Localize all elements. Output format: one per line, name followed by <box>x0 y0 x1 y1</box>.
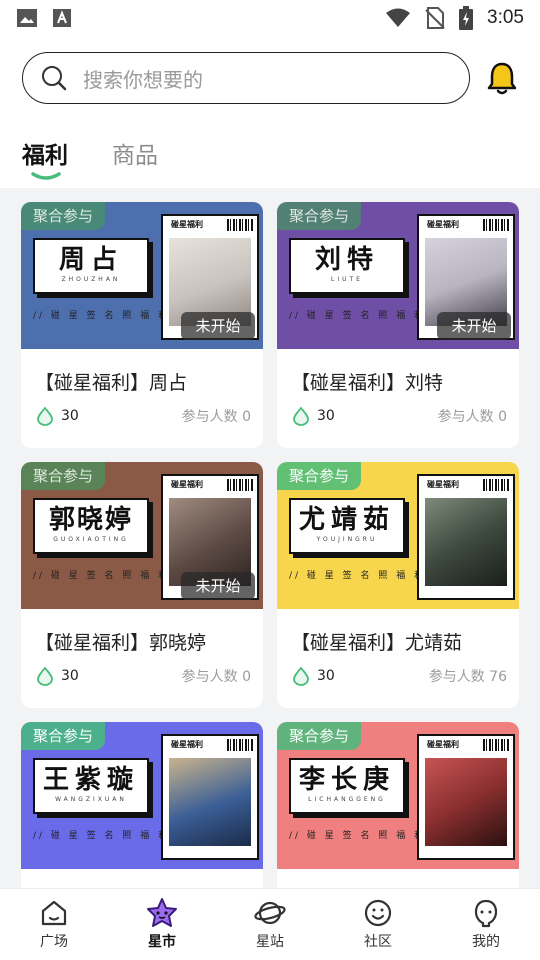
welfare-card[interactable]: 刘特 LIUTE // 碰 星 签 名 照 福 利 // 碰星福利 聚合参与 未… <box>277 202 519 448</box>
aggregate-tag: 聚合参与 <box>21 722 106 750</box>
search-placeholder: 搜索你想要的 <box>83 67 203 92</box>
welfare-card-grid: 周占 ZHOUZHAN // 碰 星 签 名 照 福 利 // 碰星福利 聚合参… <box>0 188 540 888</box>
tab-products[interactable]: 商品 <box>112 136 158 170</box>
aggregate-tag: 聚合参与 <box>277 722 362 750</box>
barcode-icon <box>483 479 509 491</box>
barcode-icon <box>227 739 253 751</box>
barcode-icon <box>227 219 253 231</box>
coin-drop-icon <box>293 406 309 426</box>
barcode-icon <box>483 739 509 751</box>
barcode-icon <box>483 219 509 231</box>
card-banner: 周占 ZHOUZHAN // 碰 星 签 名 照 福 利 // 碰星福利 聚合参… <box>21 202 263 349</box>
celebrity-name-board: 王紫璇 WANGZIXUAN <box>33 758 149 814</box>
status-not-started: 未开始 <box>437 312 511 340</box>
nav-star-station[interactable]: 星站 <box>216 889 324 960</box>
status-bar: 3:05 <box>0 0 540 36</box>
participant-count: 参与人数 0 <box>181 669 251 685</box>
star-market-icon <box>147 898 177 927</box>
nav-star-market[interactable]: 星市 <box>108 889 216 960</box>
card-meta: 30 参与人数 0 <box>35 664 251 688</box>
barcode-icon <box>227 479 253 491</box>
price-value: 30 <box>61 668 79 684</box>
welfare-card[interactable]: 郭晓婷 GUOXIAOTING // 碰 星 签 名 照 福 利 // 碰星福利… <box>21 462 263 708</box>
image-icon <box>17 9 37 27</box>
participant-count: 参与人数 76 <box>428 669 507 685</box>
coin-drop-icon <box>293 666 309 686</box>
participant-count: 参与人数 0 <box>181 409 251 425</box>
card-banner: 李长庚 LICHANGGENG // 碰 星 签 名 照 福 利 // 碰星福利… <box>277 722 519 869</box>
home-icon <box>41 900 67 926</box>
search-input[interactable]: 搜索你想要的 <box>22 52 470 104</box>
signed-photo: 碰星福利 <box>161 734 259 860</box>
celebrity-name-board: 尤靖茹 YOUJINGRU <box>289 498 405 554</box>
notification-bell-icon[interactable] <box>484 60 520 96</box>
nav-profile[interactable]: 我的 <box>432 889 540 960</box>
status-not-started: 未开始 <box>181 572 255 600</box>
signed-photo: 碰星福利 <box>417 734 515 860</box>
card-banner: 尤靖茹 YOUJINGRU // 碰 星 签 名 照 福 利 // 碰星福利 聚… <box>277 462 519 609</box>
status-time: 3:05 <box>487 7 524 28</box>
wifi-icon <box>386 8 411 27</box>
card-banner: 王紫璇 WANGZIXUAN // 碰 星 签 名 照 福 利 // 碰星福利 … <box>21 722 263 869</box>
card-meta: 30 参与人数 0 <box>35 404 251 428</box>
tab-active-indicator <box>31 172 61 180</box>
card-title: 【碰星福利】周占 <box>35 372 188 394</box>
celebrity-name-board: 李长庚 LICHANGGENG <box>289 758 405 814</box>
celebrity-name-board: 周占 ZHOUZHAN <box>33 238 149 294</box>
coin-drop-icon <box>37 406 53 426</box>
profile-icon <box>474 899 498 928</box>
status-not-started: 未开始 <box>181 312 255 340</box>
aggregate-tag: 聚合参与 <box>21 202 106 230</box>
card-title: 【碰星福利】郭晓婷 <box>35 632 207 654</box>
battery-charging-icon <box>459 6 474 30</box>
search-row: 搜索你想要的 <box>0 50 540 108</box>
nav-community[interactable]: 社区 <box>324 889 432 960</box>
no-sim-icon <box>425 7 445 29</box>
price-value: 30 <box>317 668 335 684</box>
price-value: 30 <box>61 408 79 424</box>
participant-count: 参与人数 0 <box>437 409 507 425</box>
welfare-card[interactable]: 李长庚 LICHANGGENG // 碰 星 签 名 照 福 利 // 碰星福利… <box>277 722 519 888</box>
celebrity-name-board: 刘特 LIUTE <box>289 238 405 294</box>
welfare-card[interactable]: 周占 ZHOUZHAN // 碰 星 签 名 照 福 利 // 碰星福利 聚合参… <box>21 202 263 448</box>
search-icon <box>42 66 67 91</box>
aggregate-tag: 聚合参与 <box>21 462 106 490</box>
tab-bar: 福利 商品 <box>0 130 540 186</box>
card-meta: 30 参与人数 0 <box>291 404 507 428</box>
planet-icon <box>254 901 286 925</box>
community-face-icon <box>364 899 392 927</box>
welfare-card[interactable]: 尤靖茹 YOUJINGRU // 碰 星 签 名 照 福 利 // 碰星福利 聚… <box>277 462 519 708</box>
welfare-card[interactable]: 王紫璇 WANGZIXUAN // 碰 星 签 名 照 福 利 // 碰星福利 … <box>21 722 263 888</box>
card-title: 【碰星福利】刘特 <box>291 372 444 394</box>
card-banner: 郭晓婷 GUOXIAOTING // 碰 星 签 名 照 福 利 // 碰星福利… <box>21 462 263 609</box>
card-meta: 30 参与人数 76 <box>291 664 507 688</box>
celebrity-name-board: 郭晓婷 GUOXIAOTING <box>33 498 149 554</box>
nav-plaza[interactable]: 广场 <box>0 889 108 960</box>
price-value: 30 <box>317 408 335 424</box>
card-title: 【碰星福利】尤靖茹 <box>291 632 463 654</box>
font-download-icon <box>53 9 71 27</box>
bottom-nav: 广场 星市 星站 社区 我的 <box>0 888 540 960</box>
tab-welfare[interactable]: 福利 <box>22 136 68 170</box>
aggregate-tag: 聚合参与 <box>277 462 362 490</box>
coin-drop-icon <box>37 666 53 686</box>
card-banner: 刘特 LIUTE // 碰 星 签 名 照 福 利 // 碰星福利 聚合参与 未… <box>277 202 519 349</box>
signed-photo: 碰星福利 <box>417 474 515 600</box>
aggregate-tag: 聚合参与 <box>277 202 362 230</box>
